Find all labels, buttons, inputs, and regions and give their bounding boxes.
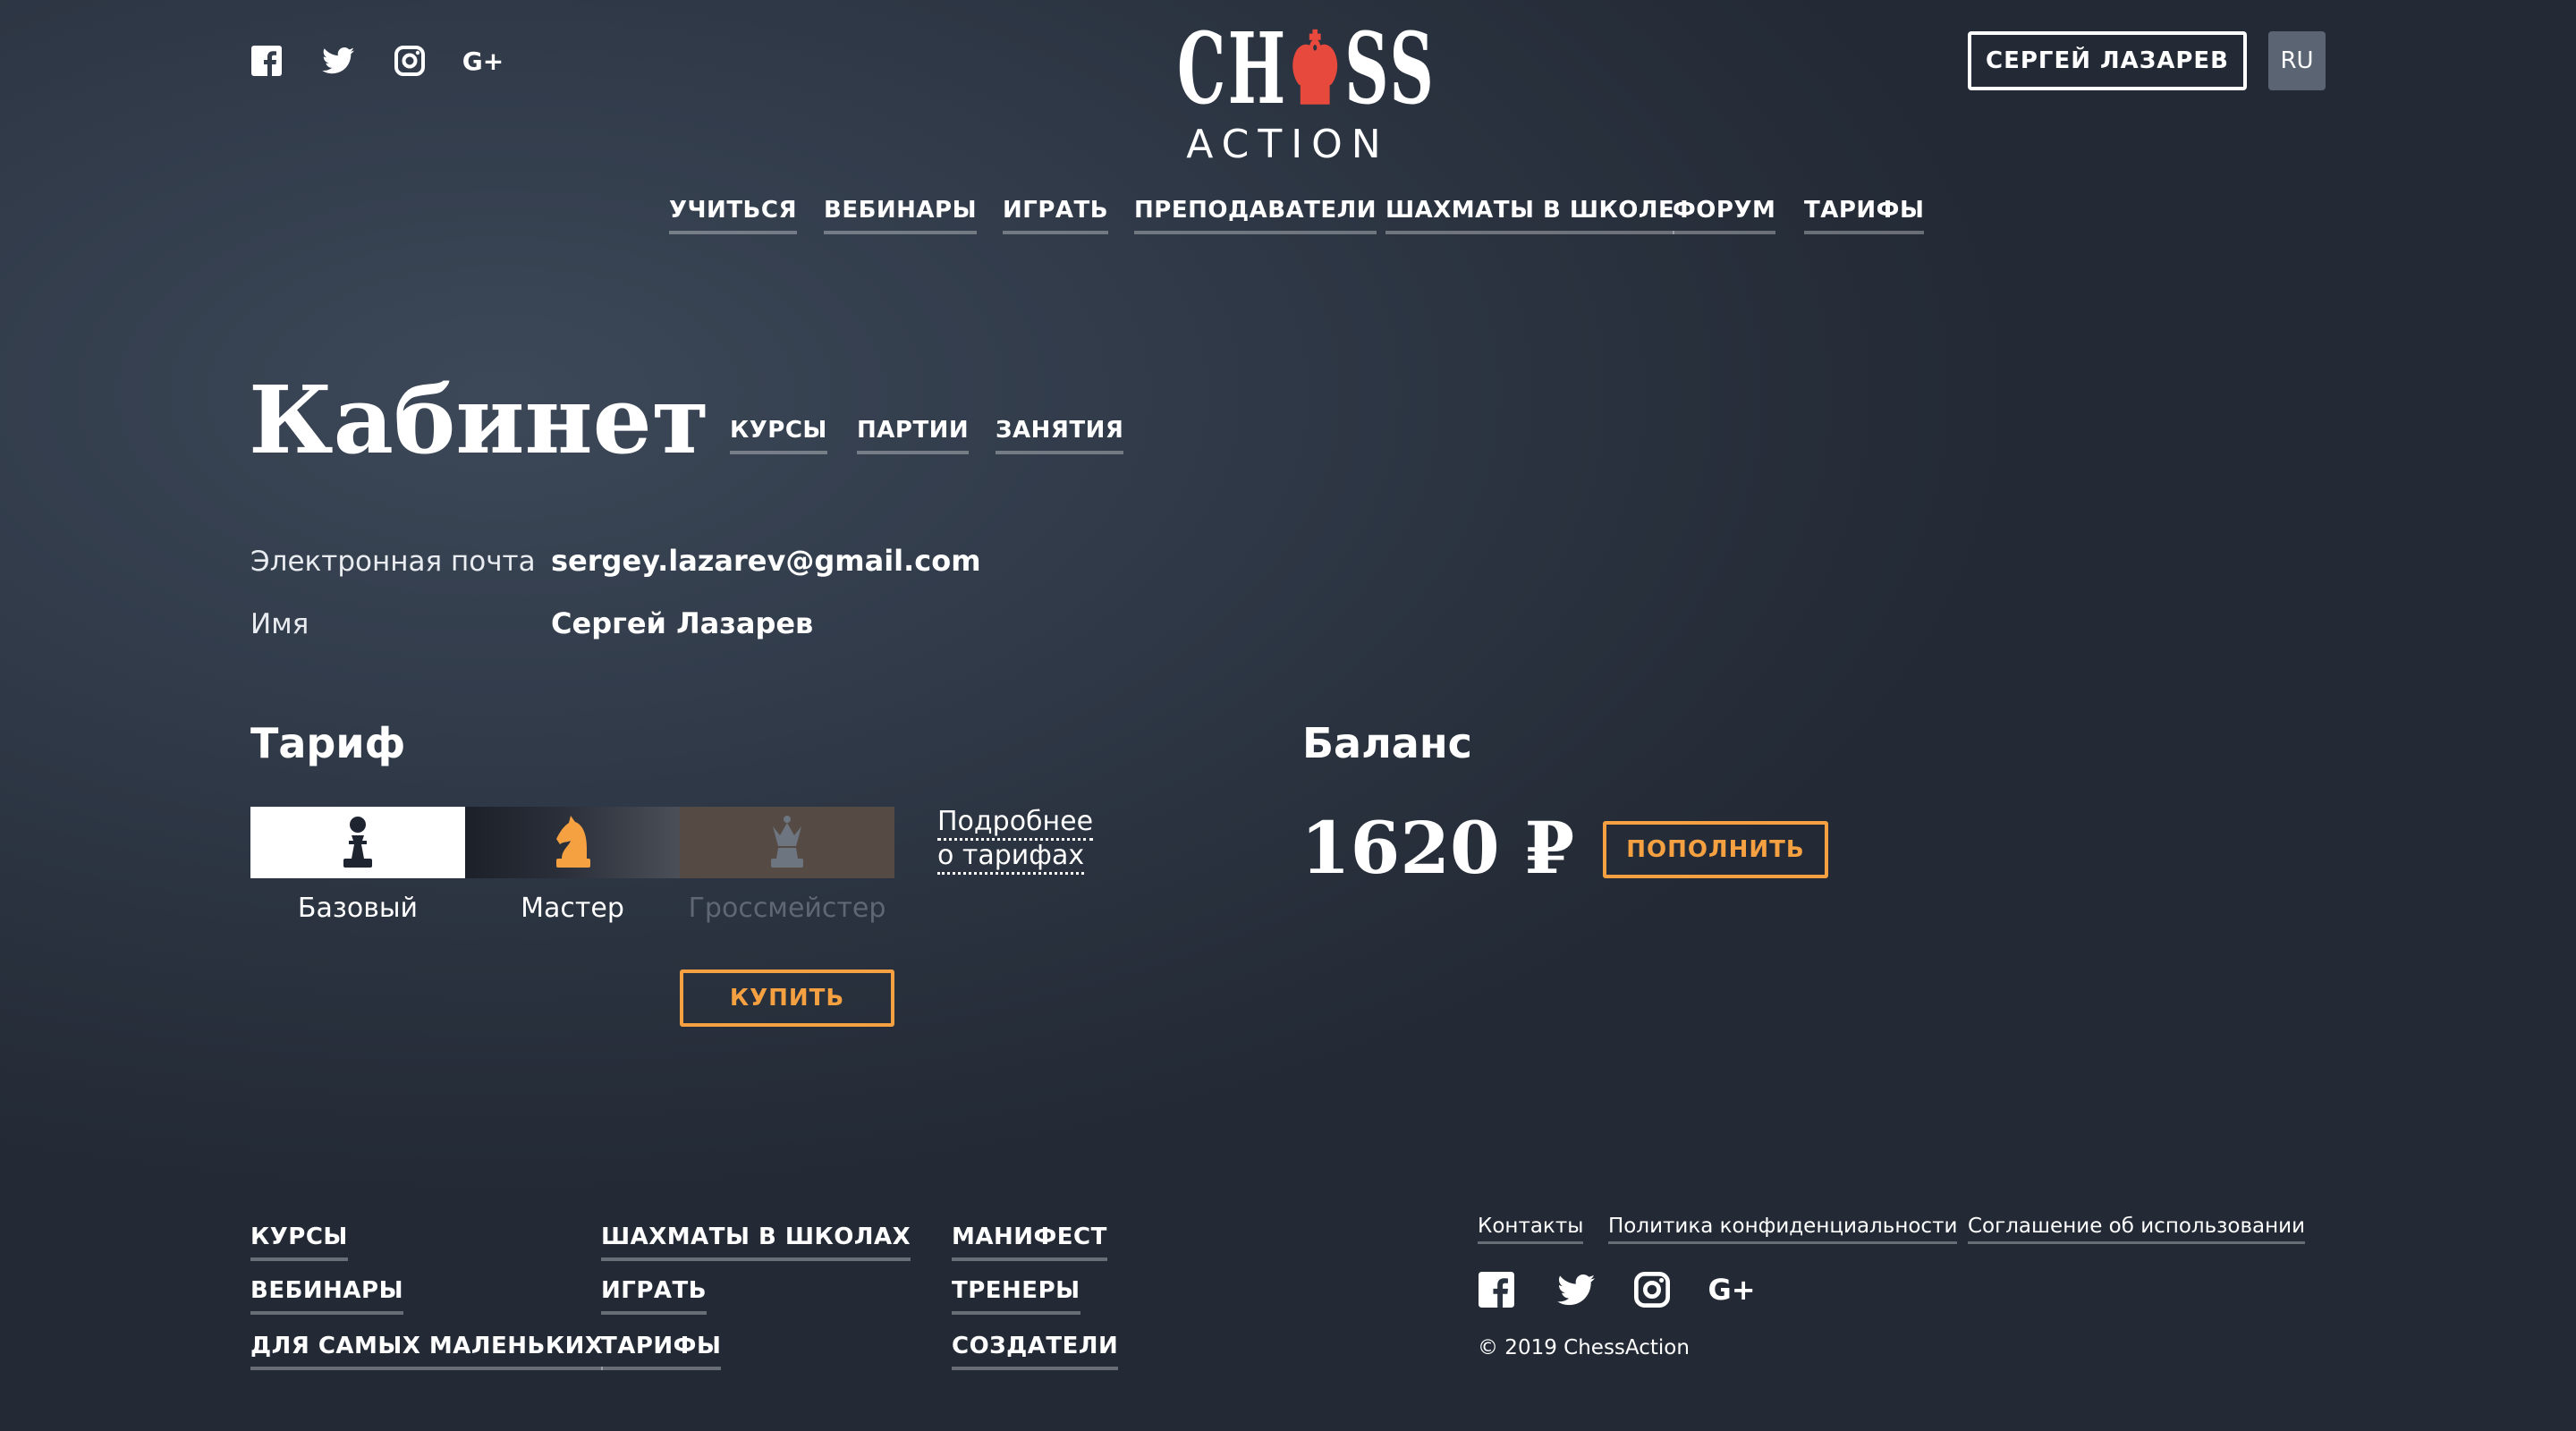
twitter-icon <box>1557 1274 1595 1305</box>
pawn-icon <box>343 817 372 868</box>
tab-lessons[interactable]: ЗАНЯТИЯ <box>996 417 1124 454</box>
instagram-icon <box>394 46 425 76</box>
footer-link-play[interactable]: ИГРАТЬ <box>601 1277 708 1315</box>
name-value: Сергей Лазарев <box>551 606 814 640</box>
google-plus-link[interactable]: G+ <box>462 45 504 77</box>
tariff-details-line1: Подробнее <box>937 807 1094 841</box>
email-value: sergey.lazarev@gmail.com <box>551 544 981 578</box>
footer-link-creators[interactable]: СОЗДАТЕЛИ <box>952 1333 1119 1370</box>
user-account-button[interactable]: СЕРГЕЙ ЛАЗАРЕВ <box>1968 31 2247 90</box>
footer-link-kids[interactable]: ДЛЯ САМЫХ МАЛЕНЬКИХ <box>250 1333 604 1370</box>
nav-item-teachers[interactable]: ПРЕПОДАВАТЕЛИ <box>1134 197 1377 234</box>
footer-link-chess-in-schools[interactable]: ШАХМАТЫ В ШКОЛАХ <box>601 1224 911 1261</box>
logo-wordmark: CH♚SS <box>1177 11 1436 126</box>
google-plus-icon: G+ <box>462 46 504 76</box>
logo-subtitle: ACTION <box>1186 122 1390 167</box>
facebook-link[interactable] <box>250 45 283 77</box>
facebook-icon <box>251 46 282 76</box>
facebook-icon <box>1479 1272 1514 1308</box>
nav-item-forum[interactable]: ФОРУМ <box>1673 197 1776 234</box>
tariff-name-basic: Базовый <box>297 893 419 924</box>
main-nav: УЧИТЬСЯ ВЕБИНАРЫ ИГРАТЬ ПРЕПОДАВАТЕЛИ ША… <box>669 197 1925 241</box>
queen-icon <box>771 816 803 868</box>
tariff-title: Тариф <box>250 719 406 767</box>
footer-facebook-link[interactable] <box>1478 1271 1515 1308</box>
twitter-icon <box>322 47 354 74</box>
tariff-name-grandmaster: Гроссмейстер <box>688 893 886 924</box>
footer-link-terms[interactable]: Соглашение об использовании <box>1968 1215 2306 1244</box>
footer-link-webinars[interactable]: ВЕБИНАРЫ <box>250 1277 404 1315</box>
tariff-selector <box>250 807 894 878</box>
site-logo[interactable]: CH♚SS ACTION <box>1109 11 1467 167</box>
nav-item-tariffs[interactable]: ТАРИФЫ <box>1804 197 1925 234</box>
footer-instagram-link[interactable] <box>1633 1271 1671 1308</box>
top-up-button[interactable]: ПОПОЛНИТЬ <box>1603 821 1828 878</box>
footer-link-courses[interactable]: КУРСЫ <box>250 1224 348 1261</box>
footer-google-plus-link[interactable]: G+ <box>1707 1271 1756 1308</box>
footer-link-privacy[interactable]: Политика конфиденциальности <box>1608 1215 1958 1244</box>
tariff-details-line2: о тарифах <box>937 841 1085 875</box>
instagram-link[interactable] <box>394 45 426 77</box>
nav-item-play[interactable]: ИГРАТЬ <box>1003 197 1109 234</box>
footer-link-manifest[interactable]: МАНИФЕСТ <box>952 1224 1107 1261</box>
email-label: Электронная почта <box>250 546 536 578</box>
copyright: © 2019 ChessAction <box>1478 1336 1690 1359</box>
google-plus-icon: G+ <box>1707 1273 1756 1307</box>
instagram-icon <box>1634 1272 1670 1308</box>
balance-title: Баланс <box>1302 719 1472 767</box>
page-title: Кабинет <box>249 365 710 475</box>
footer-link-trainers[interactable]: ТРЕНЕРЫ <box>952 1277 1080 1315</box>
knight-icon <box>556 816 590 868</box>
nav-item-webinars[interactable]: ВЕБИНАРЫ <box>824 197 978 234</box>
tariff-name-master: Мастер <box>521 893 624 924</box>
tariff-option-basic[interactable] <box>250 807 465 878</box>
tariff-option-master[interactable] <box>465 807 680 878</box>
footer-twitter-link[interactable] <box>1556 1271 1596 1308</box>
header-social-links: G+ <box>250 41 540 80</box>
language-switcher[interactable]: RU <box>2268 31 2326 90</box>
footer-social-links: G+ <box>1478 1270 1792 1309</box>
buy-button[interactable]: КУПИТЬ <box>680 970 894 1027</box>
balance-amount: 1620 ₽ <box>1301 806 1575 890</box>
footer-link-contacts[interactable]: Контакты <box>1478 1215 1584 1244</box>
tariff-option-grandmaster[interactable] <box>680 807 894 878</box>
name-label: Имя <box>250 608 309 640</box>
footer-link-tariffs[interactable]: ТАРИФЫ <box>601 1333 722 1370</box>
tab-games[interactable]: ПАРТИИ <box>857 417 970 454</box>
logo-king-mark: ♚ <box>1287 11 1345 126</box>
nav-item-learn[interactable]: УЧИТЬСЯ <box>669 197 797 234</box>
tariff-details-link[interactable]: Подробнее о тарифах <box>937 807 1094 875</box>
tab-courses[interactable]: КУРСЫ <box>730 417 827 454</box>
nav-item-chess-in-school[interactable]: ШАХМАТЫ В ШКОЛЕ <box>1385 197 1675 234</box>
twitter-link[interactable] <box>320 45 356 77</box>
